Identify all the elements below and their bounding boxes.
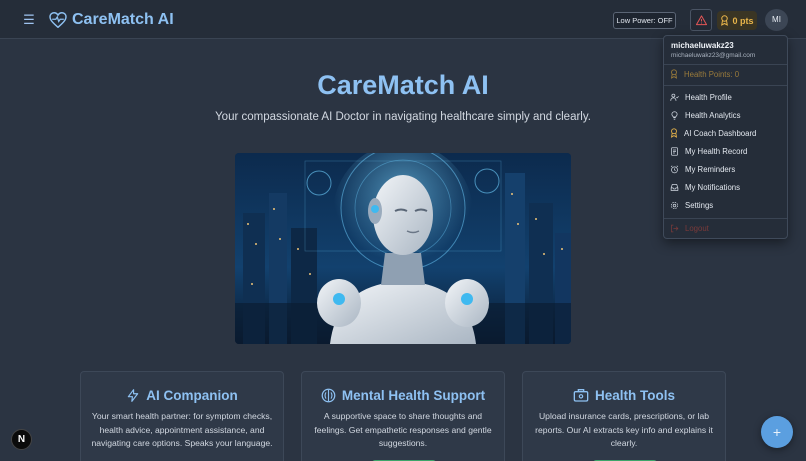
divider xyxy=(664,85,787,86)
alarm-icon xyxy=(670,164,679,173)
menu-item-health-profile[interactable]: Health Profile xyxy=(670,89,783,105)
card-mental-health[interactable]: Mental Health Support A supportive space… xyxy=(301,371,505,461)
card-title: Health Tools xyxy=(594,387,675,403)
menu-item-label: Settings xyxy=(685,200,714,210)
menu-item-ai-coach-dashboard[interactable]: AI Coach Dashboard xyxy=(670,125,783,141)
brand[interactable]: CareMatch AI xyxy=(49,9,174,31)
menu-item-my-health-record[interactable]: My Health Record xyxy=(670,143,783,159)
card-description: A supportive space to share thoughts and… xyxy=(314,411,492,448)
award-icon xyxy=(721,15,729,26)
low-power-toggle[interactable]: Low Power: OFF xyxy=(613,12,676,29)
menu-item-my-reminders[interactable]: My Reminders xyxy=(670,161,783,177)
card-description: Upload insurance cards, prescriptions, o… xyxy=(535,411,713,448)
card-title: AI Companion xyxy=(146,387,238,403)
warning-icon xyxy=(695,14,707,25)
menu-item-my-notifications[interactable]: My Notifications xyxy=(670,179,783,195)
lightning-icon xyxy=(128,388,139,402)
alert-button[interactable] xyxy=(690,9,712,31)
menu-item-label: AI Coach Dashboard xyxy=(684,128,757,138)
health-points-item: Health Points: 0 xyxy=(670,66,783,82)
menu-item-label: Logout xyxy=(685,223,709,233)
award-icon xyxy=(670,128,678,138)
menu-item-label: My Reminders xyxy=(685,164,736,174)
card-title: Mental Health Support xyxy=(341,387,486,403)
menu-item-settings[interactable]: Settings xyxy=(670,197,783,213)
card-ai-companion[interactable]: AI Companion Your smart health partner: … xyxy=(80,371,284,461)
lightbulb-icon xyxy=(671,110,678,120)
brand-title: CareMatch AI xyxy=(72,11,174,28)
menu-item-logout[interactable]: Logout xyxy=(670,220,783,236)
floating-add-button[interactable]: + xyxy=(761,416,793,448)
user-dropdown-menu: michaeluwakz23 michaeluwakz23@gmail.com … xyxy=(663,35,788,239)
award-icon xyxy=(670,69,678,79)
points-button[interactable]: 0 pts xyxy=(717,11,757,30)
points-label: 0 pts xyxy=(732,15,754,26)
document-icon xyxy=(671,146,678,156)
card-description: Your smart health partner: for symptom c… xyxy=(91,411,273,448)
menu-item-label: My Health Record xyxy=(685,146,748,156)
health-points-label: Health Points: 0 xyxy=(684,69,740,79)
menu-item-label: Health Profile xyxy=(685,92,732,102)
menu-item-health-analytics[interactable]: Health Analytics xyxy=(670,107,783,123)
brain-icon xyxy=(321,388,336,402)
menu-icon[interactable]: ☰ xyxy=(21,12,37,28)
inbox-icon xyxy=(670,183,679,191)
dropdown-user-info: michaeluwakz23 michaeluwakz23@gmail.com xyxy=(671,41,755,59)
hero-robot-image xyxy=(235,153,571,344)
logout-icon xyxy=(671,224,679,232)
divider xyxy=(664,218,787,219)
avatar[interactable]: MI xyxy=(765,9,788,31)
dropdown-email: michaeluwakz23@gmail.com xyxy=(671,52,756,59)
divider xyxy=(664,64,787,65)
dropdown-username: michaeluwakz23 xyxy=(671,41,734,50)
user-profile-icon xyxy=(670,93,679,101)
card-health-tools[interactable]: Health Tools Upload insurance cards, pre… xyxy=(522,371,726,461)
gear-icon xyxy=(670,201,679,209)
menu-item-label: Health Analytics xyxy=(685,110,741,120)
menu-item-label: My Notifications xyxy=(685,182,741,192)
dev-tools-badge[interactable]: N xyxy=(11,429,32,450)
briefcase-icon xyxy=(573,389,589,402)
heart-pulse-icon xyxy=(49,12,67,28)
top-navbar: ☰ CareMatch AI Low Power: OFF 0 pts MI xyxy=(0,0,806,39)
